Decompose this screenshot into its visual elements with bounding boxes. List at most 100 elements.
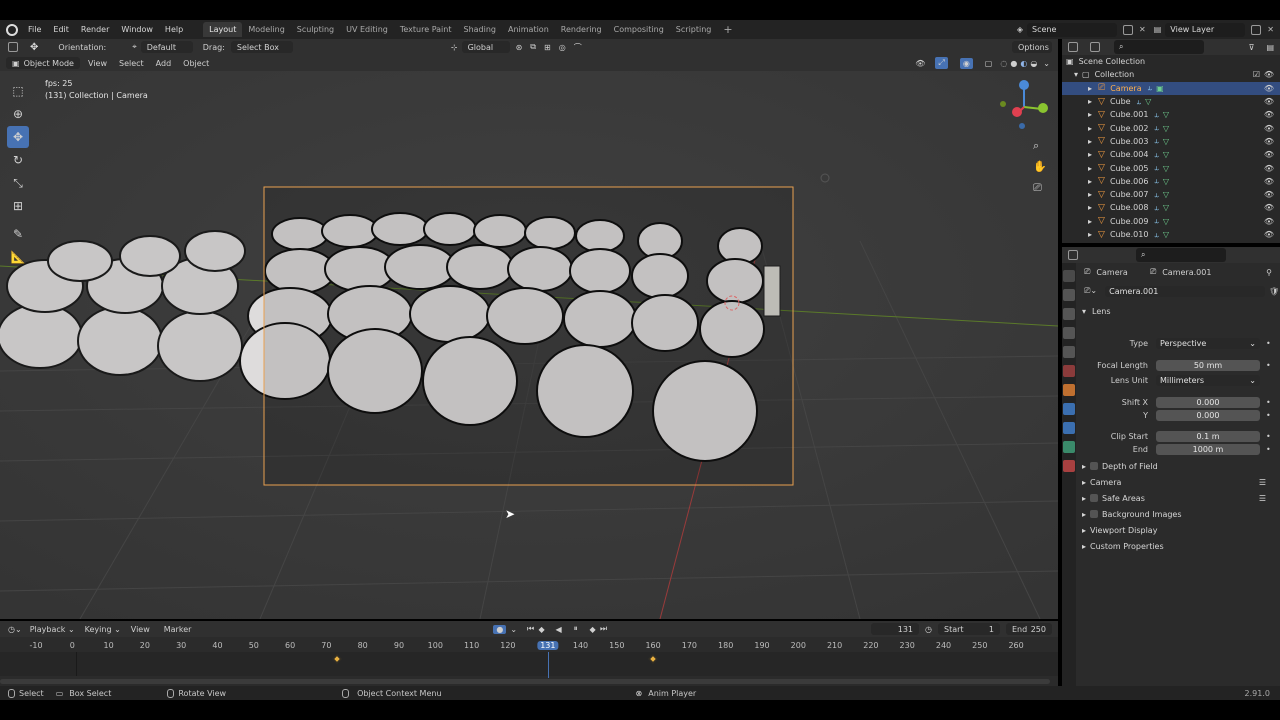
menu-add[interactable]: Add (156, 59, 172, 68)
shift-y-field[interactable]: 0.000 (1156, 410, 1260, 421)
shading-options-icon[interactable]: ⌄ (1043, 59, 1050, 68)
expand-arrow-icon[interactable]: ▸ (1088, 84, 1092, 93)
start-frame-field[interactable]: Start 1 (938, 623, 1000, 635)
expand-arrow-icon[interactable]: ▸ (1088, 230, 1092, 239)
pan-hand-icon[interactable]: ✋ (1033, 156, 1047, 177)
modifier-icon[interactable]: ⥿ (1154, 163, 1159, 173)
mesh-data-icon[interactable]: ▽ (1163, 137, 1169, 146)
timeline-body[interactable]: -10 0 10 20 30 40 50 60 70 80 90 100 110 120 131 140 150… (0, 637, 1058, 686)
preview-range-clock-icon[interactable]: ◷ (925, 625, 932, 634)
pivot-icon[interactable]: ⊛ (516, 43, 523, 52)
expand-arrow-icon[interactable]: ▸ (1088, 217, 1092, 226)
camera-data-tab-icon[interactable] (1063, 441, 1075, 453)
clip-end-field[interactable]: 1000 m (1156, 444, 1260, 455)
jump-end-icon[interactable]: ⏭ (598, 624, 609, 635)
shading-rendered-icon[interactable]: ◒ (1030, 59, 1037, 68)
mesh-data-icon[interactable]: ▽ (1163, 124, 1169, 133)
camera-data-icon[interactable]: ▣ (1156, 84, 1164, 93)
workspace-tab-sculpting[interactable]: Sculpting (291, 22, 340, 37)
collection-eye-icon[interactable]: 👁 (1264, 70, 1274, 79)
select-tool-icon[interactable]: ⬚ (7, 80, 29, 102)
outliner-row[interactable]: ▸ ▽ Cube.006 ⥿ ▽ 👁 (1062, 175, 1280, 188)
world-tab-icon[interactable] (1063, 365, 1075, 377)
collection-row[interactable]: ▾ ▢ Collection ☑ 👁 (1062, 68, 1280, 81)
timeline-scrollbar[interactable] (0, 679, 1050, 684)
visibility-icon[interactable]: 👁 (915, 59, 925, 68)
output-tab-icon[interactable] (1063, 308, 1075, 320)
transform-tool-icon[interactable]: ⊞ (7, 195, 29, 217)
expand-arrow-icon[interactable]: ▸ (1088, 124, 1092, 133)
outliner-search-input[interactable]: ⌕ (1114, 40, 1204, 54)
properties-search-input[interactable]: ⌕ (1136, 248, 1226, 262)
menu-file[interactable]: File (22, 25, 47, 34)
menu-help[interactable]: Help (159, 25, 189, 34)
clip-end-keyframe-dot[interactable]: • (1266, 445, 1271, 454)
panel-header[interactable]: ▸ Viewport Display (1076, 522, 1280, 538)
3d-viewport[interactable] (0, 71, 1058, 619)
timeline-view-menu[interactable]: View (131, 625, 150, 634)
options-dropdown[interactable]: Options (1012, 41, 1052, 53)
eye-icon[interactable]: 👁 (1264, 150, 1274, 159)
modifier-icon[interactable]: ⥿ (1154, 123, 1159, 133)
texture-tab-icon[interactable] (1063, 460, 1075, 472)
shift-x-keyframe-dot[interactable]: • (1266, 398, 1271, 407)
eye-icon[interactable]: 👁 (1264, 97, 1274, 106)
shift-x-field[interactable]: 0.000 (1156, 397, 1260, 408)
eye-icon[interactable]: 👁 (1264, 110, 1274, 119)
new-view-layer-icon[interactable] (1251, 24, 1262, 35)
outliner-row[interactable]: ▸ ▽ Cube ⥿ ▽ 👁 (1062, 95, 1280, 108)
eye-icon[interactable]: 👁 (1264, 203, 1274, 212)
playhead[interactable] (547, 652, 549, 678)
outliner-row[interactable]: ▸ ▽ Cube.004 ⥿ ▽ 👁 (1062, 148, 1280, 161)
mesh-data-icon[interactable]: ▽ (1163, 110, 1169, 119)
panel-header[interactable]: ▸ Safe Areas ☰ (1076, 490, 1280, 506)
workspace-tab-rendering[interactable]: Rendering (555, 22, 608, 37)
playback-menu[interactable]: Playback ⌄ (30, 625, 75, 634)
outliner-row[interactable]: ▸ ▽ Cube.009 ⥿ ▽ 👁 (1062, 215, 1280, 228)
auto-keying-icon[interactable]: ● (493, 624, 507, 634)
transform-space-dropdown[interactable]: Global (461, 41, 510, 53)
zoom-icon[interactable]: ⌕ (1033, 135, 1047, 156)
snap-icon[interactable]: ⧉ (530, 42, 536, 52)
expand-arrow-icon[interactable]: ▸ (1088, 164, 1092, 173)
mesh-data-icon[interactable]: ▽ (1163, 164, 1169, 173)
proportional-edit-icon[interactable]: ◎ (559, 43, 566, 52)
current-frame-field[interactable]: 131 (871, 623, 920, 635)
blender-logo-icon[interactable] (6, 23, 18, 36)
workspace-tab-uv-editing[interactable]: UV Editing (340, 22, 394, 37)
jump-start-icon[interactable]: ⏮ (525, 624, 536, 635)
expand-arrow-icon[interactable]: ▸ (1088, 190, 1092, 199)
marker-menu[interactable]: Marker (164, 625, 192, 634)
keying-set-chevron-icon[interactable]: ⌄ (510, 625, 517, 634)
new-collection-icon[interactable]: ▤ (1266, 43, 1274, 52)
view-layer-tab-icon[interactable] (1063, 327, 1075, 339)
move-tool-button-icon[interactable]: ✥ (7, 126, 29, 148)
mesh-data-icon[interactable]: ▽ (1163, 203, 1169, 212)
scene-collection-row[interactable]: ▣ Scene Collection (1062, 55, 1280, 68)
data-browse-icon[interactable]: ⎚⌄ (1084, 286, 1097, 296)
panel-checkbox[interactable] (1090, 494, 1099, 502)
outliner-row[interactable]: ▸ ▽ Cube.008 ⥿ ▽ 👁 (1062, 201, 1280, 214)
expand-arrow-icon[interactable]: ▸ (1088, 150, 1092, 159)
menu-window[interactable]: Window (115, 25, 159, 34)
properties-editor-type-icon[interactable] (1068, 250, 1078, 260)
workspace-tab-compositing[interactable]: Compositing (608, 22, 670, 37)
cancel-circle-icon[interactable]: ⊗ (636, 689, 643, 698)
shading-material-icon[interactable]: ◐ (1020, 59, 1027, 68)
mode-dropdown[interactable]: ▣ Object Mode (6, 57, 80, 69)
snap-target-icon[interactable]: ⊞ (544, 43, 551, 52)
new-scene-icon[interactable] (1123, 24, 1134, 35)
workspace-tab-layout[interactable]: Layout (203, 22, 243, 37)
collection-checkbox[interactable]: ☑ (1253, 70, 1260, 79)
close-view-layer-icon[interactable]: ✕ (1267, 25, 1274, 34)
menu-select[interactable]: Select (119, 59, 144, 68)
focal-keyframe-dot[interactable]: • (1266, 361, 1271, 370)
xray-icon[interactable]: ▢ (985, 59, 993, 68)
clip-start-keyframe-dot[interactable]: • (1266, 432, 1271, 441)
view-layer-selector[interactable]: View Layer (1165, 22, 1246, 37)
modifier-icon[interactable]: ⥿ (1154, 136, 1159, 146)
shading-solid-icon[interactable]: ● (1010, 59, 1017, 68)
mesh-data-icon[interactable]: ▽ (1145, 97, 1151, 106)
clip-start-field[interactable]: 0.1 m (1156, 431, 1260, 442)
modifier-icon[interactable]: ⥿ (1154, 203, 1159, 213)
